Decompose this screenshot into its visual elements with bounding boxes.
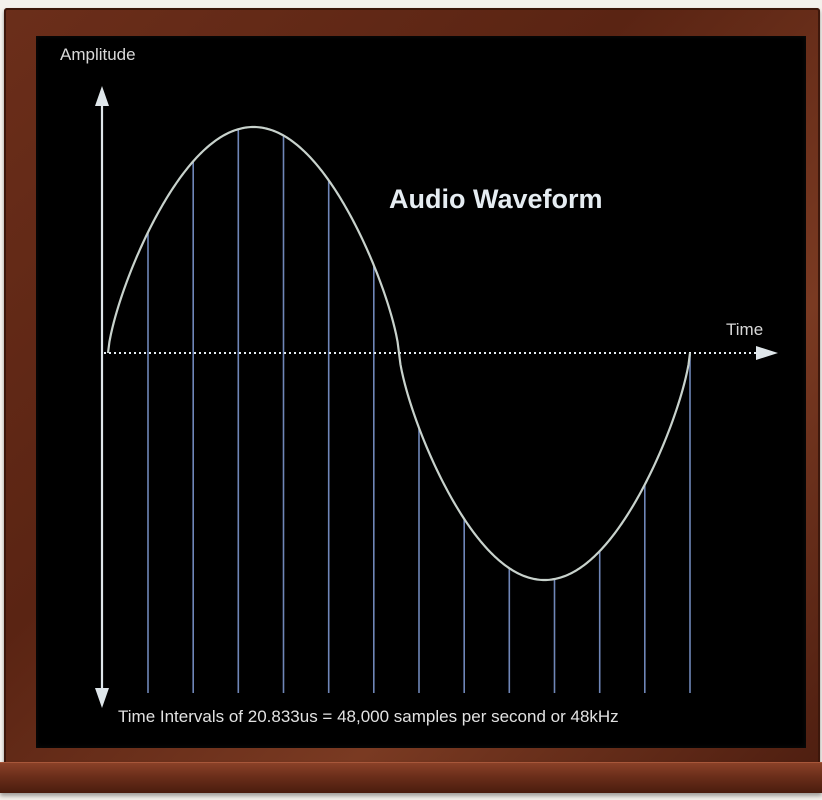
amplitude-axis-arrow-up: [95, 86, 109, 106]
time-axis-arrow: [756, 346, 778, 360]
chalkboard-figure: Amplitude Time Audio Waveform Time Inter…: [0, 0, 822, 800]
sampling-caption: Time Intervals of 20.833us = 48,000 samp…: [118, 707, 619, 726]
diagram-title: Audio Waveform: [389, 184, 603, 214]
amplitude-label: Amplitude: [60, 45, 136, 64]
amplitude-axis-arrow-down: [95, 688, 109, 708]
time-label: Time: [726, 320, 764, 339]
waveform-diagram: [95, 86, 778, 708]
